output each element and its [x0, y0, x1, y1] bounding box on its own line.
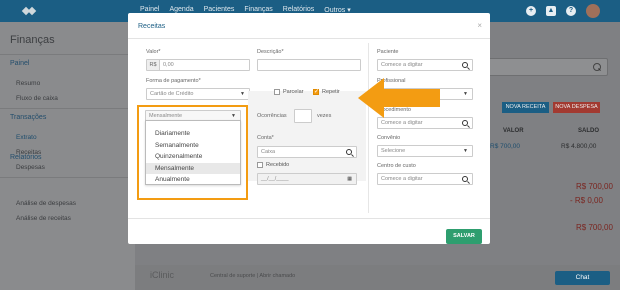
save-button[interactable]: SALVAR: [446, 229, 482, 244]
footer-links[interactable]: Central de suporte | Abrir chamado: [210, 273, 295, 279]
divider: [128, 38, 490, 39]
sidebar-title: Finanças: [10, 34, 55, 46]
search-icon: [462, 120, 468, 126]
row-valor: R$ 700,00: [490, 143, 520, 150]
ocorrencias-label: Ocorrências: [257, 113, 287, 119]
new-income-button[interactable]: NOVA RECEITA: [502, 102, 549, 113]
vezes-label: vezes: [317, 113, 332, 119]
search-icon: [346, 149, 352, 155]
modal-title: Receitas: [138, 23, 166, 30]
chevron-down-icon: ▼: [463, 91, 468, 97]
receitas-modal: Receitas × Valor* R$ 0,00 Descrição* For…: [128, 13, 490, 244]
divider: [368, 43, 369, 213]
centro-custo-label: Centro de custo: [377, 163, 416, 169]
search-icon: [462, 176, 468, 182]
forma-pagamento-select[interactable]: Cartão de Crédito ▼: [146, 88, 250, 100]
recebido-date-input[interactable]: __/__/____ ▦: [257, 173, 357, 185]
paciente-placeholder: Comece a digitar: [381, 62, 423, 68]
forma-pagamento-label: Forma de pagamento*: [146, 78, 201, 84]
total-despesas: - R$ 0,00: [570, 196, 603, 205]
convenio-value: Selecione: [381, 148, 406, 154]
sidebar-section-painel: Painel: [10, 60, 30, 67]
sidebar-section-transacoes: Transações: [10, 114, 47, 121]
repetir-checkbox[interactable]: [313, 88, 319, 95]
procedimento-input[interactable]: Comece a digitar: [377, 117, 473, 129]
conta-label: Conta*: [257, 135, 274, 141]
sidebar-item-analise-despesas[interactable]: Análise de despesas: [16, 200, 76, 207]
chevron-down-icon: ▼: [240, 91, 245, 97]
parcelar-label: Parcelar: [283, 89, 304, 95]
sidebar-section-relatorios: Relatórios: [10, 154, 42, 161]
sidebar-item-fluxo-de-caixa[interactable]: Fluxo de caixa: [16, 95, 58, 102]
recebido-checkbox[interactable]: [257, 162, 263, 168]
recebido-label: Recebido: [266, 162, 290, 168]
arrow-left-icon: [358, 78, 440, 118]
sidebar: Finanças Painel Resumo Fluxo de caixa Tr…: [0, 22, 135, 290]
ocorrencias-input[interactable]: [294, 109, 312, 123]
conta-select[interactable]: Caixa: [257, 146, 357, 158]
calendar-icon: ▦: [347, 176, 352, 182]
background-search-input[interactable]: [480, 58, 608, 76]
sidebar-item-despesas[interactable]: Despesas: [16, 164, 45, 171]
currency-prefix: R$: [147, 60, 160, 70]
divider: [0, 177, 135, 178]
divider: [0, 54, 135, 55]
divider: [0, 108, 135, 109]
convenio-label: Convênio: [377, 135, 401, 141]
valor-input[interactable]: R$ 0,00: [146, 59, 250, 71]
centro-custo-placeholder: Comece a digitar: [381, 176, 423, 182]
total-receitas: R$ 700,00: [576, 182, 613, 191]
sidebar-item-resumo[interactable]: Resumo: [16, 80, 40, 87]
search-icon: [462, 62, 468, 68]
repetir-label: Repetir: [322, 89, 340, 95]
paciente-input[interactable]: Comece a digitar: [377, 59, 473, 71]
help-icon[interactable]: ?: [566, 6, 576, 16]
parcelar-checkbox[interactable]: [274, 89, 280, 95]
chat-label: Chat: [575, 274, 590, 281]
descricao-label: Descrição*: [257, 49, 284, 55]
footer: [135, 265, 620, 290]
column-header-valor: VALOR: [503, 128, 524, 134]
recebido-placeholder: __/__/____: [261, 176, 289, 182]
add-icon[interactable]: +: [526, 6, 536, 16]
column-header-saldo: SALDO: [578, 128, 599, 134]
app-logo-icon[interactable]: [21, 4, 37, 18]
conta-value: Caixa: [261, 149, 276, 155]
centro-custo-input[interactable]: Comece a digitar: [377, 173, 473, 185]
forma-pagamento-value: Cartão de Crédito: [150, 91, 194, 97]
divider: [128, 218, 490, 219]
paciente-label: Paciente: [377, 49, 399, 55]
chevron-down-icon: ▼: [463, 148, 468, 154]
valor-placeholder: 0,00: [163, 62, 174, 68]
convenio-select[interactable]: Selecione ▼: [377, 145, 473, 157]
chat-button[interactable]: Chat: [555, 271, 610, 285]
new-expense-button[interactable]: NOVA DESPESA: [553, 102, 600, 113]
notification-icon[interactable]: ▲: [546, 6, 556, 16]
sidebar-item-extrato[interactable]: Extrato: [16, 134, 37, 141]
procedimento-placeholder: Comece a digitar: [381, 120, 423, 126]
row-saldo: R$ 4.800,00: [561, 143, 597, 150]
total-saldo: R$ 700,00: [576, 223, 613, 232]
sidebar-item-analise-receitas[interactable]: Análise de receitas: [16, 215, 71, 222]
close-icon[interactable]: ×: [477, 21, 482, 30]
highlight-frame: [137, 105, 248, 200]
search-icon: [593, 63, 601, 71]
descricao-input[interactable]: [257, 59, 361, 71]
valor-label: Valor*: [146, 49, 161, 55]
top-icons: + ▲ ?: [526, 4, 600, 18]
avatar[interactable]: [586, 4, 600, 18]
footer-logo: iClinic: [150, 270, 175, 280]
